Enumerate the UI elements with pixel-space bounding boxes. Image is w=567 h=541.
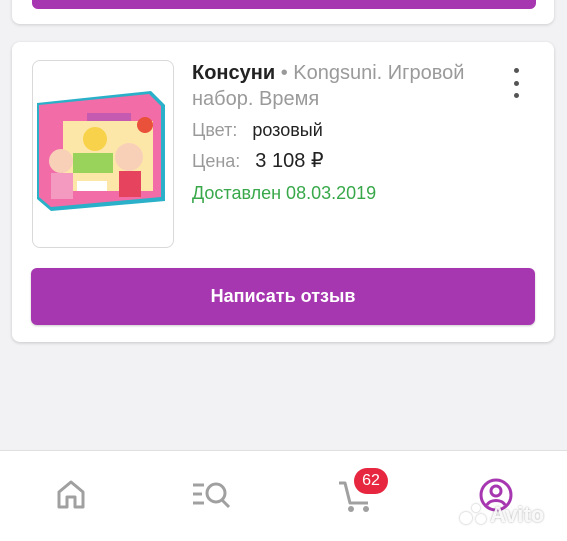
price-row: Цена: 3 108 ₽ [192,148,324,173]
previous-order-card [12,0,554,24]
order-card: Консуни • Kongsuni. Игровой набор. Время… [12,42,554,342]
color-value: розовый [252,120,323,140]
watermark-text: Avito [490,502,545,527]
product-brand: Консуни [192,62,276,84]
price-value: 3 108 ₽ [255,150,324,172]
write-review-button[interactable]: Написать отзыв [31,268,535,325]
home-icon[interactable] [54,477,88,516]
avito-logo-icon [460,504,486,526]
product-image[interactable] [32,60,174,248]
color-row: Цвет: розовый [192,120,323,141]
more-options-icon[interactable] [508,68,524,98]
price-label: Цена: [192,151,241,171]
cart-badge: 62 [354,468,388,494]
delivery-status: Доставлен 08.03.2019 [192,183,377,203]
product-title[interactable]: Консуни • Kongsuni. Игровой набор. Время [192,60,492,112]
title-separator: • [280,62,288,84]
previous-review-button[interactable] [32,0,536,9]
catalog-search-icon[interactable] [190,477,234,516]
avito-watermark: Avito [460,502,544,528]
color-label: Цвет: [192,120,238,140]
